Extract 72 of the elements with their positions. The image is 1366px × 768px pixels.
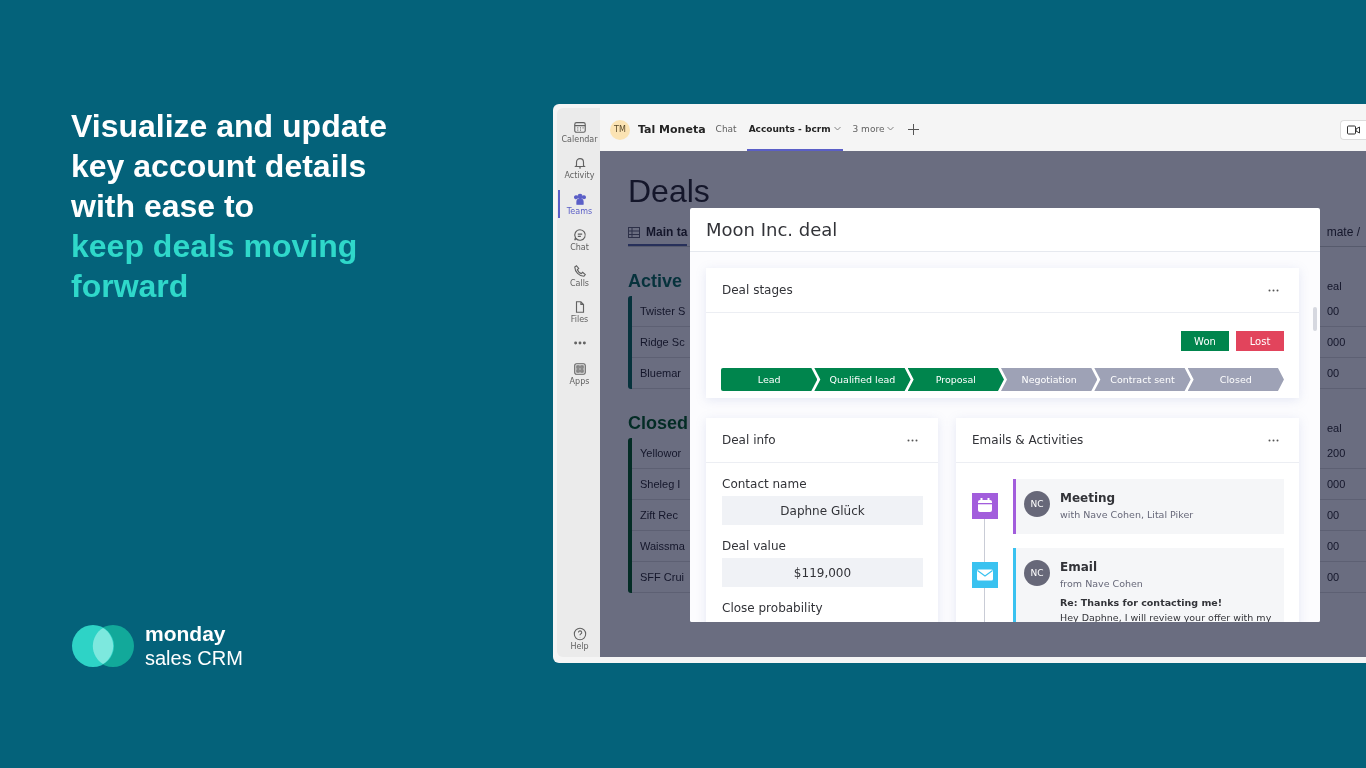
- tab[interactable]: Chat: [713, 108, 739, 151]
- chat-icon: [572, 228, 587, 242]
- brand-name: monday: [145, 622, 227, 646]
- field-label: Close probability: [722, 601, 824, 615]
- column-header: eal: [1327, 280, 1343, 292]
- table-icon: [628, 226, 640, 238]
- bell-icon: [572, 156, 587, 170]
- user-avatar: NC: [1024, 491, 1050, 517]
- stage-step[interactable]: Qualified lead: [814, 368, 911, 391]
- stage-step[interactable]: Lead: [721, 368, 818, 391]
- table-cell: Ridge Sc: [640, 336, 685, 348]
- calendar-icon: [972, 493, 998, 519]
- board-title: Deals: [628, 173, 711, 209]
- outcome-button[interactable]: Lost: [1236, 331, 1284, 351]
- card-title: Deal info: [722, 433, 776, 447]
- user-avatar: NC: [1024, 560, 1050, 586]
- rail-item[interactable]: Calendar: [557, 118, 600, 146]
- video-camera-icon: [1347, 124, 1360, 135]
- card-title: Deal stages: [722, 283, 793, 297]
- video-call-button[interactable]: [1340, 119, 1366, 140]
- table-cell: Zift Rec: [640, 509, 678, 521]
- tab[interactable]: 3 more: [850, 108, 897, 151]
- rail-item[interactable]: Activity: [557, 154, 600, 182]
- product-name: sales CRM: [145, 646, 243, 670]
- headline: Visualize and update key account details with ease to keep deals moving forward: [71, 107, 388, 306]
- table-cell: SFF Crui: [640, 571, 684, 583]
- table-cell-text: 000: [1327, 336, 1347, 348]
- envelope-icon: [972, 562, 998, 588]
- activity-subtitle: with Nave Cohen, Lital Piker: [1060, 509, 1194, 520]
- field-label: Deal value: [722, 539, 787, 553]
- table-cell: Yellowor: [640, 447, 682, 459]
- logo-icon: [71, 624, 135, 668]
- help-button[interactable]: Help: [557, 625, 600, 653]
- apps-icon: [572, 362, 587, 376]
- help-icon: [572, 627, 587, 641]
- input-field[interactable]: Daphne Glück: [722, 496, 923, 525]
- rail-item[interactable]: Apps: [557, 360, 600, 388]
- activity-subtitle: from Nave Cohen: [1060, 578, 1144, 589]
- table-cell-text: 00: [1327, 509, 1341, 521]
- rail-item[interactable]: Chat: [557, 226, 600, 254]
- table-cell: Twister S: [640, 305, 686, 317]
- people-icon: [572, 192, 587, 206]
- table-cell-text: 00: [1327, 367, 1341, 379]
- calendar-icon: [572, 120, 587, 134]
- table-cell-text: 000: [1327, 478, 1347, 490]
- field-label: Contact name: [722, 477, 808, 491]
- table-cell-text: 00: [1327, 305, 1341, 317]
- table-cell: Sheleg I: [640, 478, 681, 490]
- group-title: Active: [628, 271, 683, 292]
- rail-item[interactable]: Files: [557, 298, 600, 326]
- card-title: Emails & Activities: [972, 433, 1084, 447]
- view-tab[interactable]: Main ta: [628, 225, 688, 246]
- activity-title: Meeting: [1060, 491, 1117, 505]
- table-cell-text: 00: [1327, 540, 1341, 552]
- user-name: Tal Moneta: [638, 123, 706, 136]
- table-cell: Bluemar: [640, 367, 681, 379]
- stage-step[interactable]: Proposal: [907, 368, 1004, 391]
- add-tab-icon[interactable]: [908, 124, 920, 135]
- group-title: Closed: [628, 413, 688, 434]
- table-cell: Waissma: [640, 540, 685, 552]
- column-header: eal: [1327, 422, 1343, 434]
- input-field[interactable]: $119,000: [722, 558, 923, 587]
- view-tab[interactable]: mate /: [1326, 225, 1366, 246]
- user-avatar: TM: [610, 119, 630, 140]
- activity-item[interactable]: NC Meeting with Nave Cohen, Lital Piker: [1013, 479, 1284, 534]
- phone-icon: [572, 264, 587, 278]
- rail-item[interactable]: Calls: [557, 262, 600, 290]
- table-cell-text: 00: [1327, 571, 1341, 583]
- table-cell-text: 200: [1327, 447, 1347, 459]
- outcome-button[interactable]: Won: [1181, 331, 1229, 351]
- email-subject: Re: Thanks for contacting me!: [1060, 597, 1224, 608]
- activity-title: Email: [1060, 560, 1099, 574]
